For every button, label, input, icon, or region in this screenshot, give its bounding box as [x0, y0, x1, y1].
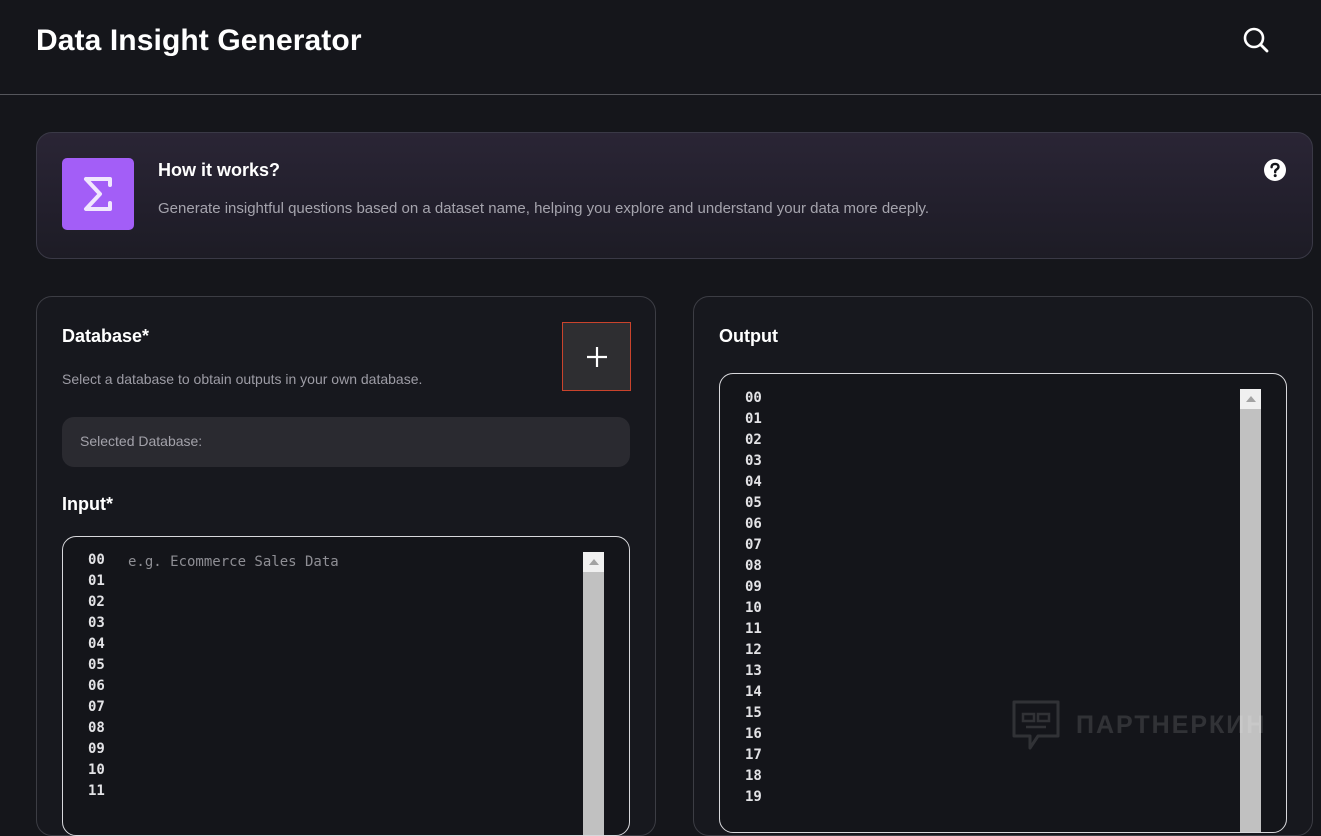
input-label: Input* — [62, 494, 113, 514]
line-number: 05 — [745, 495, 762, 511]
line-number: 01 — [745, 411, 762, 427]
line-number: 01 — [88, 573, 105, 589]
line-number: 06 — [88, 678, 105, 694]
line-number: 18 — [745, 768, 762, 784]
sigma-icon — [62, 158, 134, 230]
input-line-numbers: 00 01 02 03 04 05 06 07 08 09 10 11 — [88, 550, 105, 802]
input-panel: Database* Select a database to obtain ou… — [36, 296, 656, 836]
database-hint: Select a database to obtain outputs in y… — [62, 371, 423, 387]
scroll-up-arrow-icon[interactable] — [1240, 389, 1261, 409]
line-number: 08 — [745, 558, 762, 574]
line-number: 00 — [88, 552, 105, 568]
line-number: 06 — [745, 516, 762, 532]
scroll-up-arrow-icon[interactable] — [583, 552, 604, 572]
line-number: 10 — [745, 600, 762, 616]
search-icon[interactable] — [1240, 24, 1272, 56]
watermark: ПАРТНЕРКИН — [1010, 698, 1266, 752]
line-number: 07 — [88, 699, 105, 715]
line-number: 11 — [745, 621, 762, 637]
line-number: 03 — [745, 453, 762, 469]
output-label: Output — [719, 326, 778, 346]
line-number: 02 — [88, 594, 105, 610]
input-editor[interactable]: 00 01 02 03 04 05 06 07 08 09 10 11 e.g. Ecommerce … — [62, 536, 630, 836]
line-number: 04 — [88, 636, 105, 652]
how-it-works-description: Generate insightful questions based on a… — [158, 200, 930, 217]
line-number: 13 — [745, 663, 762, 679]
output-panel: Output 00 01 02 03 04 05 06 07 08 09 10 11 12 13 14 15 1… — [693, 296, 1313, 836]
line-number: 08 — [88, 720, 105, 736]
line-number: 02 — [745, 432, 762, 448]
line-number: 12 — [745, 642, 762, 658]
line-number: 04 — [745, 474, 762, 490]
line-number: 07 — [745, 537, 762, 553]
line-number: 10 — [88, 762, 105, 778]
line-number: 17 — [745, 747, 762, 763]
line-number: 09 — [745, 579, 762, 595]
line-number: 16 — [745, 726, 762, 742]
plus-icon — [586, 346, 607, 367]
how-it-works-card: How it works? Generate insightful questi… — [36, 132, 1313, 259]
selected-database-field[interactable]: Selected Database: — [62, 417, 630, 467]
watermark-text: ПАРТНЕРКИН — [1076, 710, 1267, 739]
input-scrollbar[interactable] — [583, 552, 604, 835]
output-editor[interactable]: 00 01 02 03 04 05 06 07 08 09 10 11 12 13 14 15 16 17 18 19 — [719, 373, 1287, 833]
line-number: 03 — [88, 615, 105, 631]
app-title: Data Insight Generator — [36, 24, 362, 57]
watermark-logo-icon — [1012, 700, 1060, 750]
output-scrollbar[interactable] — [1240, 389, 1261, 832]
line-number: 09 — [88, 741, 105, 757]
database-label: Database* — [62, 326, 150, 346]
input-placeholder: e.g. Ecommerce Sales Data — [128, 554, 339, 570]
line-number: 19 — [745, 789, 762, 805]
line-number: 15 — [745, 705, 762, 721]
line-number: 11 — [88, 783, 105, 799]
question-circle-icon[interactable] — [1263, 158, 1287, 182]
line-number: 14 — [745, 684, 762, 700]
add-database-button[interactable] — [562, 322, 631, 391]
line-number: 00 — [745, 390, 762, 406]
how-it-works-title: How it works? — [158, 160, 281, 180]
output-line-numbers: 00 01 02 03 04 05 06 07 08 09 10 11 12 13 14 15 16 17 18 19 — [745, 388, 762, 808]
line-number: 05 — [88, 657, 105, 673]
app-header: Data Insight Generator — [0, 0, 1321, 95]
